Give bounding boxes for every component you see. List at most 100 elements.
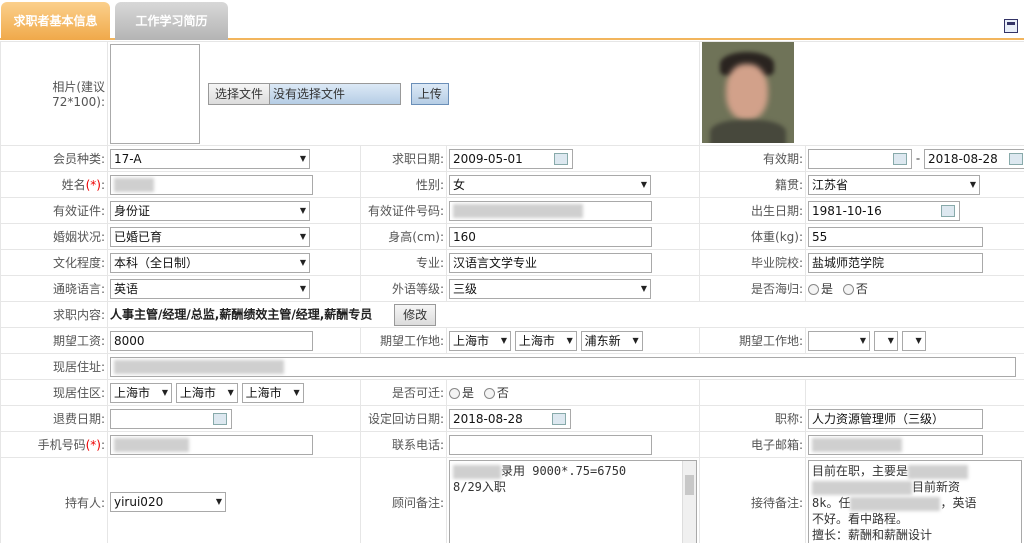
area-city-select[interactable]: 上海市 — [175, 382, 238, 403]
expected-district-select[interactable]: 浦东新 — [580, 330, 643, 351]
calendar-icon[interactable] — [213, 412, 227, 425]
candidate-form: 相片(建议72*100): 选择文件没有选择文件 上传 会员种类: 17-A 求… — [0, 41, 1024, 543]
gender-select[interactable]: 女 — [449, 174, 651, 195]
school-field[interactable]: 盐城师范学院 — [808, 252, 984, 273]
reception-note-label: 接待备注: — [699, 457, 807, 543]
expected-location-label: 期望工作地: — [360, 327, 447, 354]
job-date-label: 求职日期: — [360, 145, 447, 172]
expected-salary-label: 期望工资: — [0, 327, 108, 354]
modify-button[interactable]: 修改 — [394, 303, 437, 326]
scrollbar[interactable] — [682, 461, 696, 543]
required-mark: (*) — [85, 178, 101, 192]
returnee-yes-radio[interactable] — [808, 284, 820, 295]
education-select[interactable]: 本科（全日制） — [110, 252, 310, 273]
phone-label: 联系电话: — [360, 431, 447, 458]
job-date-field[interactable]: 2009-05-01 — [449, 148, 573, 169]
tab-bar: 求职者基本信息 工作学习简历 — [0, 0, 1024, 40]
tab-basic-info[interactable]: 求职者基本信息 — [1, 2, 110, 40]
expected-salary-field[interactable]: 8000 — [110, 330, 313, 351]
valid-end-field[interactable]: 2018-08-28 — [924, 148, 1024, 169]
id-number-field[interactable] — [449, 200, 652, 221]
name-label: 姓名(*): — [0, 171, 108, 198]
reception-note-textarea[interactable]: 目前在职，主要是 目前新资 8k。任 ，英语 不好。看中路程。 擅长：薪酬和薪酬设… — [808, 460, 1023, 543]
job-content-value: 人事主管/经理/总监,薪酬绩效主管/经理,薪酬专员 — [110, 307, 373, 321]
save-icon[interactable] — [1004, 19, 1018, 33]
holder-select[interactable]: yirui020 — [110, 492, 226, 512]
height-field[interactable]: 160 — [449, 226, 652, 247]
major-label: 专业: — [360, 249, 447, 276]
photo-label: 相片(建议72*100): — [0, 41, 108, 146]
name-field[interactable] — [110, 174, 313, 195]
refund-date-field[interactable] — [110, 408, 232, 429]
tab-resume[interactable]: 工作学习简历 — [115, 2, 228, 40]
refund-date-label: 退费日期: — [0, 405, 108, 432]
returnee-label: 是否海归: — [699, 275, 807, 302]
callback-date-label: 设定回访日期: — [360, 405, 447, 432]
weight-label: 体重(kg): — [699, 223, 807, 250]
consultant-note-textarea[interactable]: 录用 9000*.75=6750 8/29入职 — [449, 460, 697, 543]
valid-start-field[interactable] — [808, 148, 913, 169]
expected2-province-select[interactable] — [808, 330, 871, 351]
file-picker[interactable]: 选择文件 没有选择文件 — [208, 83, 402, 105]
marital-label: 婚姻状况: — [0, 223, 108, 250]
returnee-no-radio[interactable] — [842, 284, 854, 295]
expected-province-select[interactable]: 上海市 — [449, 330, 511, 351]
valid-period-label: 有效期: — [699, 145, 807, 172]
lang-level-label: 外语等级: — [360, 275, 447, 302]
education-label: 文化程度: — [0, 249, 108, 276]
relocate-yes-label: 是 — [462, 386, 475, 400]
calendar-icon[interactable] — [1009, 152, 1024, 165]
job-content-label: 求职内容: — [0, 301, 108, 328]
native-select[interactable]: 江苏省 — [808, 174, 981, 195]
expected-city-select[interactable]: 上海市 — [514, 330, 577, 351]
relocate-label: 是否可迁: — [360, 379, 447, 406]
address-label: 现居住址: — [0, 353, 108, 380]
callback-date-field[interactable]: 2018-08-28 — [449, 408, 571, 429]
language-label: 通晓语言: — [0, 275, 108, 302]
member-type-select[interactable]: 17-A — [110, 148, 310, 169]
calendar-icon[interactable] — [554, 152, 568, 165]
choose-file-button[interactable]: 选择文件 — [209, 84, 271, 104]
phone-field[interactable] — [449, 434, 652, 455]
current-area-label: 现居住区: — [0, 379, 108, 406]
required-mark: (*) — [85, 438, 101, 452]
calendar-icon[interactable] — [552, 412, 566, 425]
gender-label: 性别: — [360, 171, 447, 198]
expected2-city-select[interactable] — [873, 330, 898, 351]
birth-label: 出生日期: — [699, 197, 807, 224]
returnee-yes-label: 是 — [821, 282, 834, 296]
title-field[interactable]: 人力资源管理师（三级） — [808, 408, 984, 429]
relocate-yes-radio[interactable] — [449, 388, 460, 399]
marital-select[interactable]: 已婚已育 — [110, 226, 310, 247]
email-field[interactable] — [808, 434, 984, 455]
weight-field[interactable]: 55 — [808, 226, 984, 247]
language-select[interactable]: 英语 — [110, 278, 310, 299]
area-district-select[interactable]: 上海市 — [241, 382, 304, 403]
mobile-field[interactable] — [110, 434, 313, 455]
relocate-no-radio[interactable] — [483, 388, 495, 399]
email-label: 电子邮箱: — [699, 431, 807, 458]
lang-level-select[interactable]: 三级 — [449, 278, 651, 299]
id-number-label: 有效证件号码: — [360, 197, 447, 224]
valid-period-sep: - — [915, 151, 921, 165]
calendar-icon[interactable] — [893, 152, 908, 165]
returnee-no-label: 否 — [855, 282, 868, 296]
calendar-icon[interactable] — [941, 204, 956, 217]
major-field[interactable]: 汉语言文学专业 — [449, 252, 652, 273]
address-field[interactable] — [110, 356, 1016, 377]
photo-placeholder — [110, 44, 200, 144]
native-label: 籍贯: — [699, 171, 807, 198]
id-type-select[interactable]: 身份证 — [110, 200, 310, 221]
upload-button[interactable]: 上传 — [410, 83, 449, 105]
file-status: 没有选择文件 — [270, 84, 401, 104]
id-type-label: 有效证件: — [0, 197, 108, 224]
area-province-select[interactable]: 上海市 — [110, 382, 172, 403]
school-label: 毕业院校: — [699, 249, 807, 276]
height-label: 身高(cm): — [360, 223, 447, 250]
expected2-district-select[interactable] — [901, 330, 926, 351]
relocate-no-label: 否 — [496, 386, 509, 400]
birth-field[interactable]: 1981-10-16 — [808, 200, 961, 221]
candidate-photo — [702, 42, 795, 143]
member-type-label: 会员种类: — [0, 145, 108, 172]
title-label: 职称: — [699, 405, 807, 432]
